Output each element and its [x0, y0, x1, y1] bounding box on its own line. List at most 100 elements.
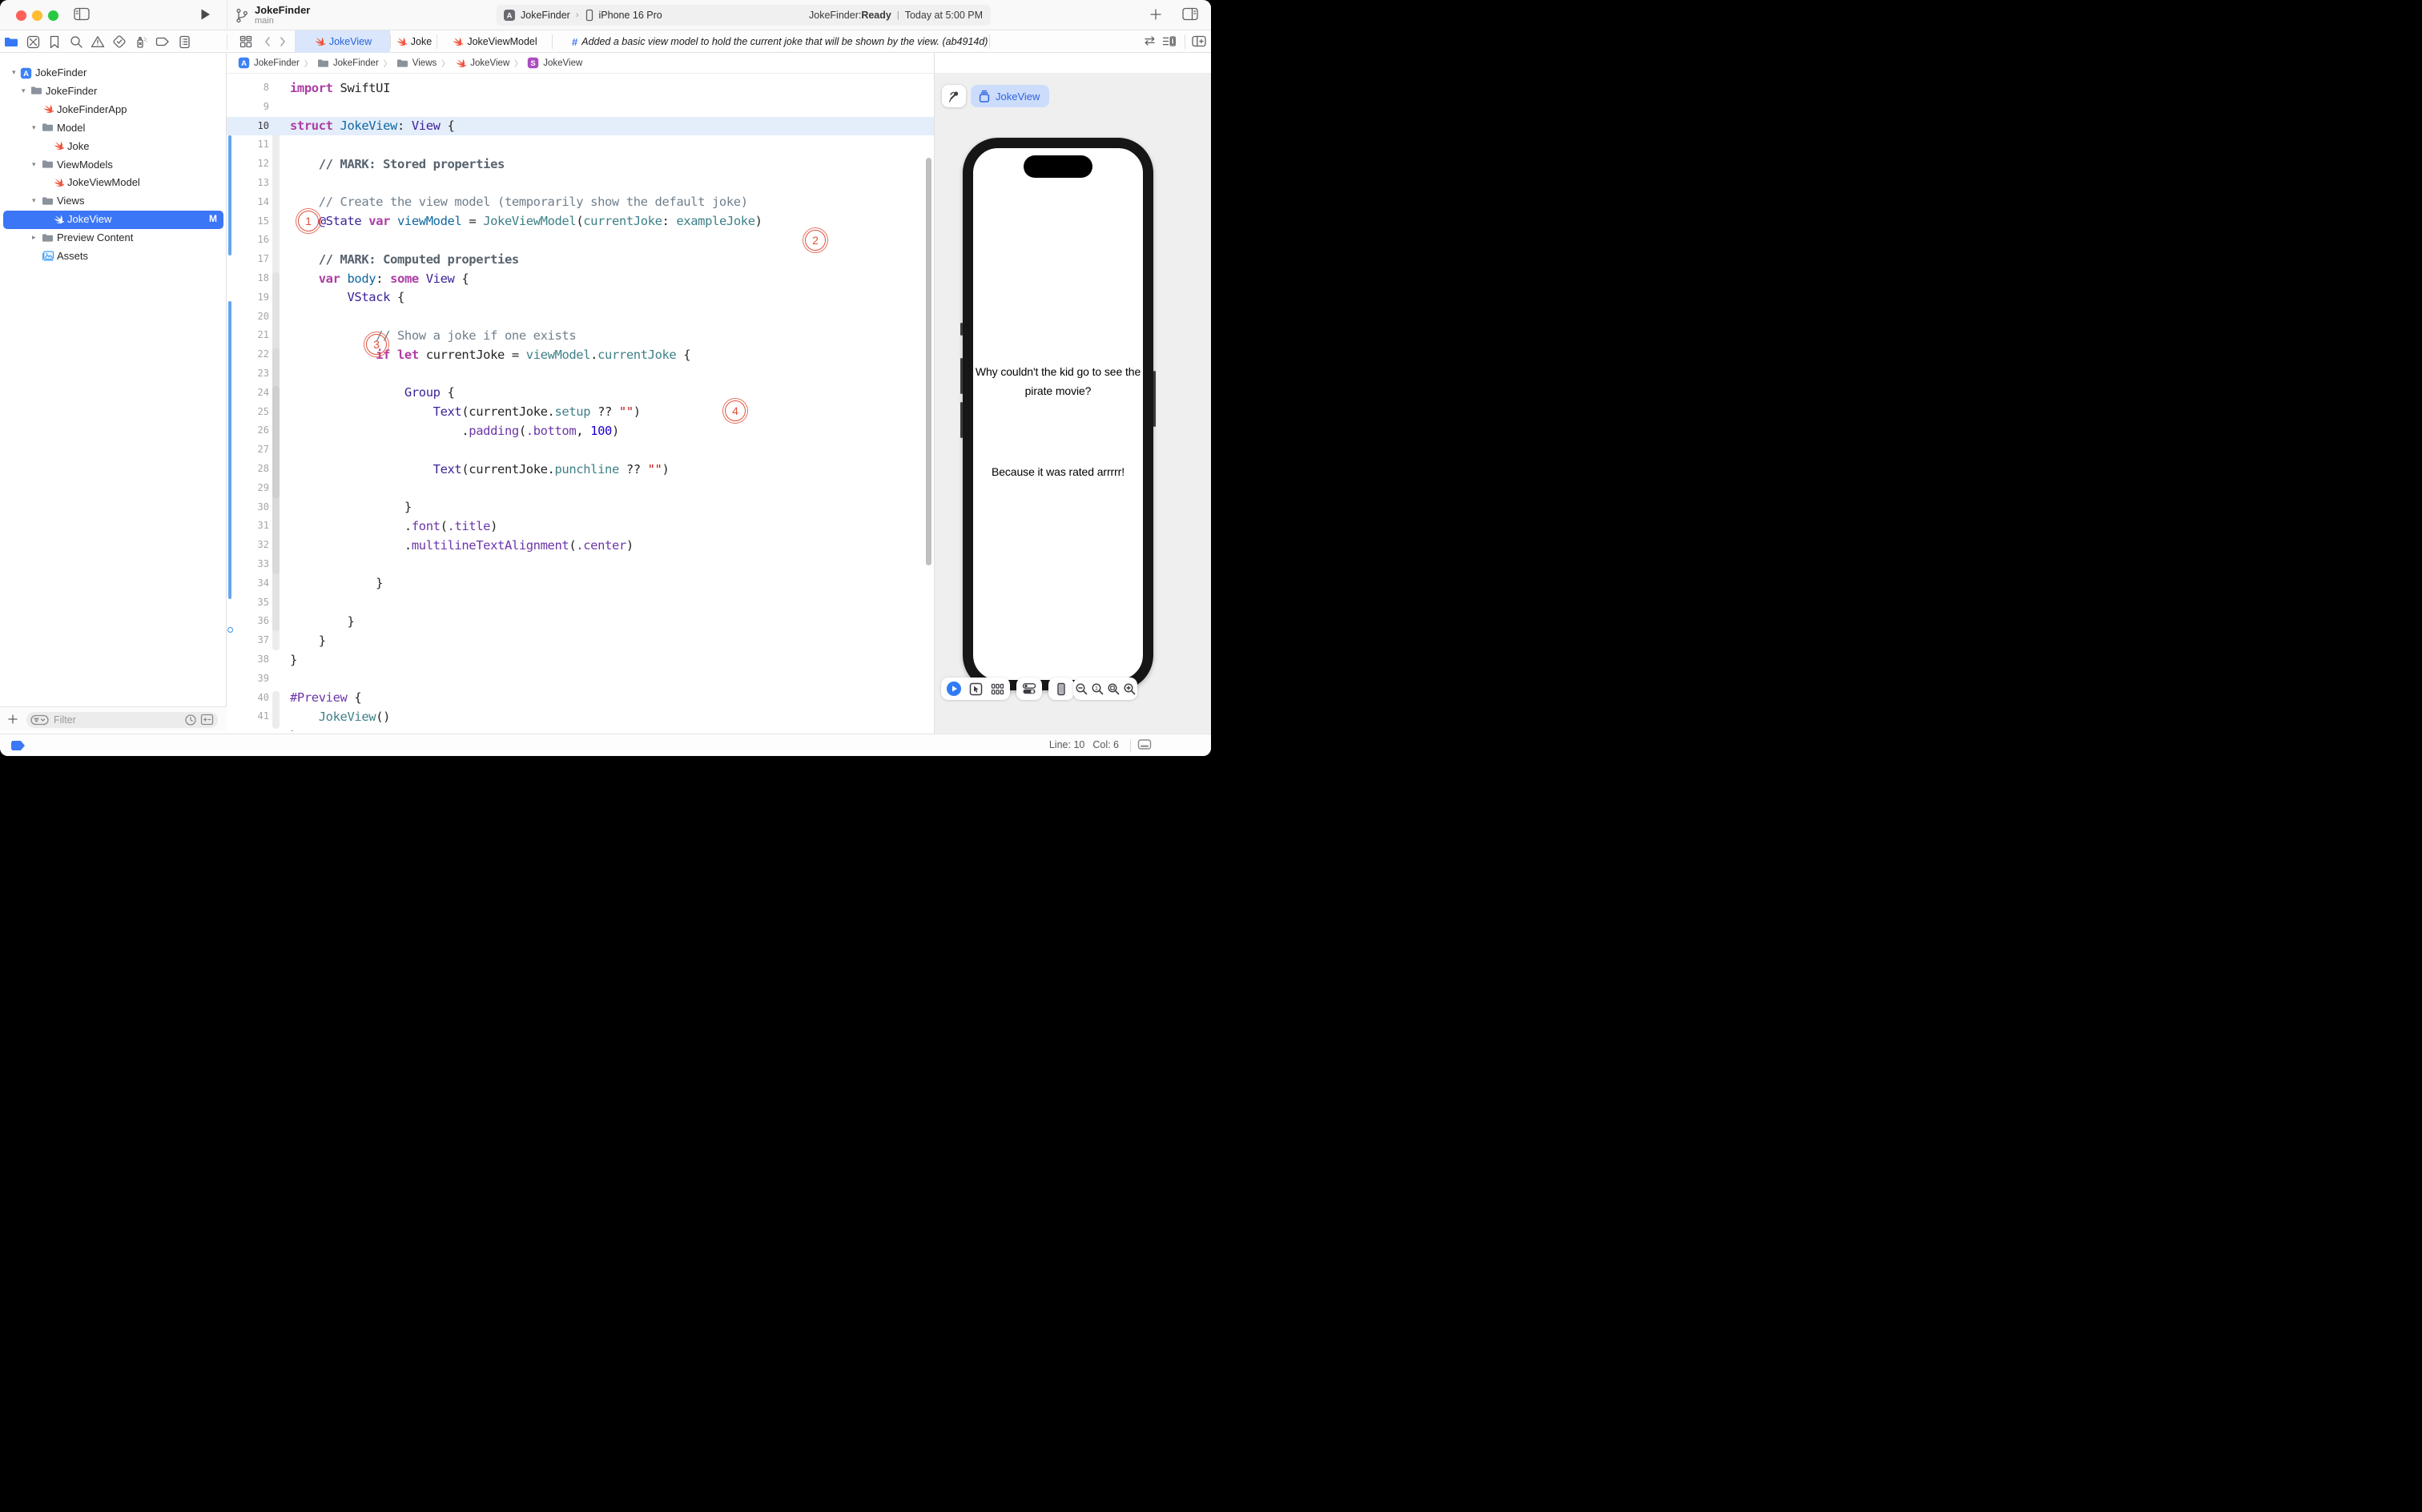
breadcrumb-item[interactable]: Views: [396, 58, 437, 68]
code-line-19[interactable]: 19 VStack {: [227, 288, 934, 308]
disclosure-down-icon[interactable]: ▾: [32, 160, 36, 169]
tab-commit-message[interactable]: #Added a basic view model to hold the cu…: [552, 30, 989, 53]
preview-device-tag[interactable]: JokeView: [971, 85, 1049, 107]
add-editor-icon[interactable]: [1192, 35, 1206, 47]
run-destination[interactable]: iPhone 16 Pro: [599, 10, 662, 21]
code-line-23[interactable]: 23: [227, 364, 934, 384]
code-line-13[interactable]: 13: [227, 174, 934, 193]
scm-status-filter-icon[interactable]: [200, 714, 214, 726]
sidebar-item-assets[interactable]: Assets: [0, 247, 227, 266]
zoom-in-icon[interactable]: [1121, 679, 1137, 698]
add-file-icon[interactable]: [6, 712, 19, 726]
zoom-out-icon[interactable]: [1073, 679, 1089, 698]
code-line-12[interactable]: 12 // MARK: Stored properties: [227, 155, 934, 174]
search-icon[interactable]: [67, 33, 85, 50]
zoom-100-icon[interactable]: 1: [1089, 679, 1105, 698]
debug-icon[interactable]: [132, 33, 150, 50]
tests-icon[interactable]: [111, 33, 128, 50]
jump-bar[interactable]: AJokeFinder〉JokeFinder〉Views〉JokeView〉SJ…: [227, 53, 1211, 74]
code-line-20[interactable]: 20: [227, 308, 934, 327]
disclosure-down-icon[interactable]: ▾: [22, 86, 26, 95]
device-settings-icon[interactable]: [1020, 679, 1039, 698]
disclosure-down-icon[interactable]: ▾: [32, 196, 36, 205]
sidebar-item-preview-content[interactable]: ▸Preview Content: [0, 229, 227, 247]
editor-options-icon[interactable]: [1137, 738, 1152, 750]
source-control-icon[interactable]: [24, 33, 42, 50]
code-line-15[interactable]: 15 @State var viewModel = JokeViewModel(…: [227, 212, 934, 231]
code-line-30[interactable]: 30 }: [227, 498, 934, 517]
code-line-40[interactable]: 40#Preview {: [227, 689, 934, 708]
code-line-28[interactable]: 28 Text(currentJoke.punchline ?? ""): [227, 460, 934, 479]
code-line-32[interactable]: 32 .multilineTextAlignment(.center): [227, 536, 934, 555]
sidebar-item-jokefinder[interactable]: ▾AJokeFinder: [0, 64, 227, 82]
sidebar-item-jokeview[interactable]: JokeViewM: [0, 211, 227, 229]
code-line-14[interactable]: 14 // Create the view model (temporarily…: [227, 193, 934, 212]
zoom-window-button[interactable]: [48, 10, 58, 21]
code-line-36[interactable]: 36 }: [227, 612, 934, 631]
code-line-11[interactable]: 11: [227, 135, 934, 155]
go-forward-icon[interactable]: [279, 35, 287, 48]
sidebar-item-jokefinderapp[interactable]: JokeFinderApp: [0, 101, 227, 119]
code-line-31[interactable]: 31 .font(.title): [227, 517, 934, 536]
filter-field[interactable]: Filter: [26, 712, 218, 728]
toggle-inspector-icon[interactable]: [1182, 7, 1198, 21]
library-plus-icon[interactable]: [1149, 7, 1163, 22]
editor-scrollbar[interactable]: [926, 158, 931, 565]
code-line-42[interactable]: 42}: [227, 726, 934, 731]
toggle-navigator-icon[interactable]: [74, 7, 90, 21]
minimap-options-icon[interactable]: [1162, 35, 1177, 47]
device-phone-icon[interactable]: [1052, 679, 1071, 698]
minimize-window-button[interactable]: [32, 10, 42, 21]
code-line-38[interactable]: 38}: [227, 650, 934, 670]
sidebar-item-viewmodels[interactable]: ▾ViewModels: [0, 156, 227, 175]
tab-jokeviewmodel[interactable]: JokeViewModel: [437, 30, 552, 53]
breakpoints-icon[interactable]: [154, 33, 171, 50]
editor-shortcuts-icon[interactable]: [239, 35, 252, 48]
run-button[interactable]: [199, 7, 211, 22]
source-editor[interactable]: 8import SwiftUI910struct JokeView: View …: [227, 74, 934, 731]
breadcrumb-item[interactable]: SJokeView: [527, 57, 582, 69]
code-line-21[interactable]: 21 // Show a joke if one exists: [227, 326, 934, 345]
tab-joke[interactable]: Joke: [390, 30, 437, 53]
sidebar-item-joke[interactable]: Joke: [0, 138, 227, 156]
sidebar-item-views[interactable]: ▾Views: [0, 192, 227, 211]
breadcrumb-item[interactable]: AJokeFinder: [238, 57, 300, 69]
code-line-24[interactable]: 24 Group {: [227, 384, 934, 403]
breadcrumb-item[interactable]: JokeFinder: [317, 58, 379, 68]
code-line-27[interactable]: 27: [227, 440, 934, 460]
live-preview-icon[interactable]: [944, 679, 964, 698]
disclosure-right-icon[interactable]: ▸: [32, 233, 36, 242]
zoom-fit-icon[interactable]: [1105, 679, 1121, 698]
code-line-22[interactable]: 22 if let currentJoke = viewModel.curren…: [227, 345, 934, 364]
code-line-18[interactable]: 18 var body: some View {: [227, 269, 934, 288]
breadcrumb-item[interactable]: JokeView: [454, 58, 509, 69]
code-line-29[interactable]: 29: [227, 479, 934, 498]
select-mode-icon[interactable]: [966, 679, 985, 698]
pin-preview-button[interactable]: [942, 85, 966, 107]
go-back-icon[interactable]: [264, 35, 272, 48]
code-line-8[interactable]: 8import SwiftUI: [227, 78, 934, 98]
reports-icon[interactable]: [175, 33, 193, 50]
recent-files-icon[interactable]: [184, 714, 197, 726]
scheme-selector[interactable]: A JokeFinder › iPhone 16 Pro JokeFinder:…: [497, 5, 991, 26]
scheme-name[interactable]: JokeFinder: [521, 10, 570, 21]
variants-grid-icon[interactable]: [988, 679, 1008, 698]
disclosure-down-icon[interactable]: ▾: [32, 123, 36, 132]
code-line-17[interactable]: 17 // MARK: Computed properties: [227, 250, 934, 269]
code-line-26[interactable]: 26 .padding(.bottom, 100): [227, 421, 934, 440]
code-line-35[interactable]: 35: [227, 593, 934, 613]
code-line-34[interactable]: 34 }: [227, 574, 934, 593]
swap-editor-icon[interactable]: [1143, 35, 1157, 46]
code-line-9[interactable]: 9: [227, 98, 934, 117]
code-line-37[interactable]: 37 }: [227, 631, 934, 650]
sidebar-item-model[interactable]: ▾Model: [0, 119, 227, 138]
close-window-button[interactable]: [16, 10, 26, 21]
bookmarks-icon[interactable]: [46, 33, 63, 50]
disclosure-down-icon[interactable]: ▾: [12, 68, 16, 77]
tab-jokeview[interactable]: JokeView: [295, 30, 390, 53]
code-line-33[interactable]: 33: [227, 555, 934, 574]
issues-icon[interactable]: [89, 33, 107, 50]
breakpoint-tag-icon[interactable]: [11, 741, 25, 750]
sidebar-item-jokefinder[interactable]: ▾JokeFinder: [0, 82, 227, 101]
code-line-25[interactable]: 25 Text(currentJoke.setup ?? ""): [227, 403, 934, 422]
